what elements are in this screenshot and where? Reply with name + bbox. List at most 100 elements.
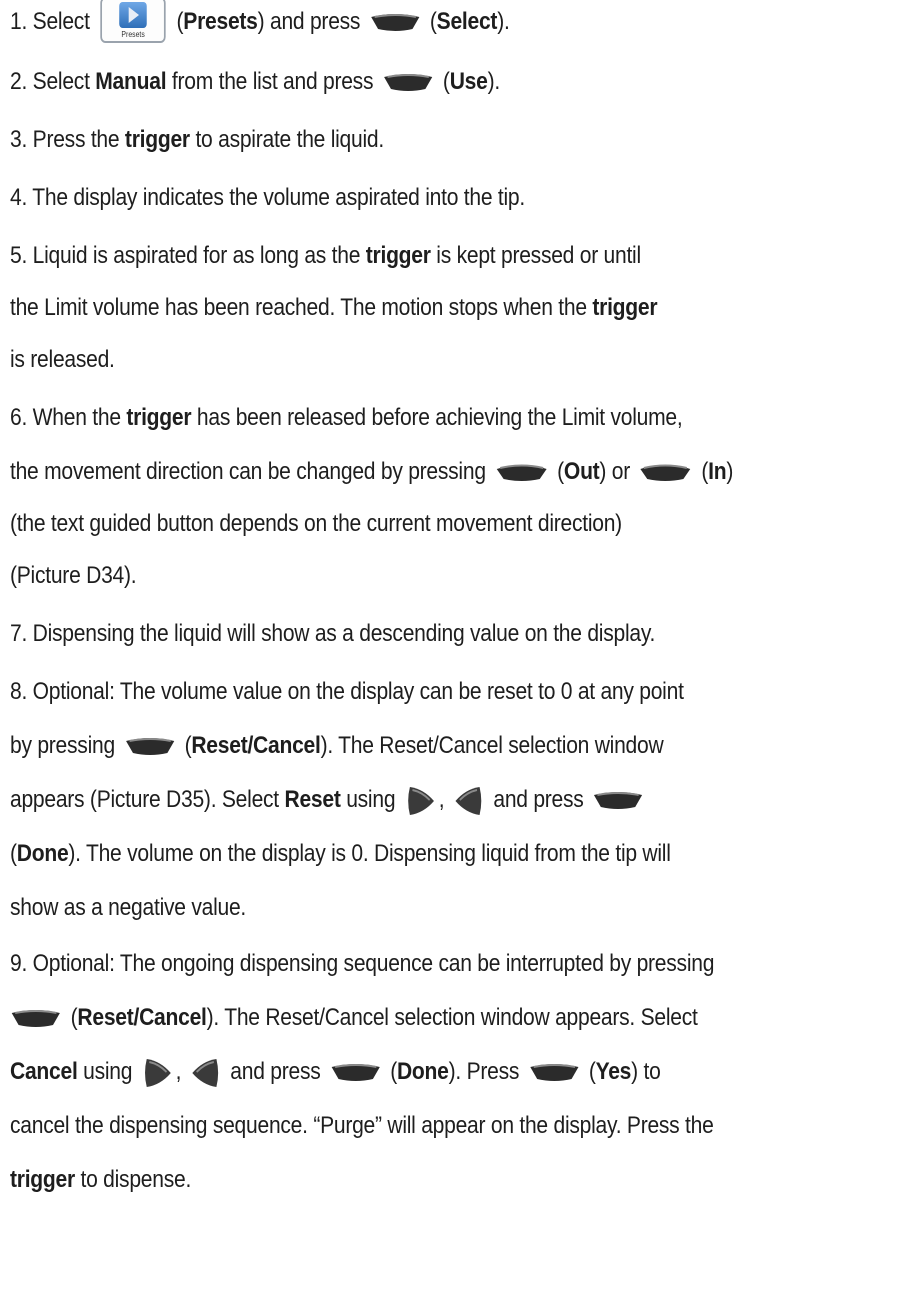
text: ( (583, 1058, 596, 1085)
bold-term: Yes (595, 1058, 632, 1085)
step-7-line-1: 7. Dispensing the liquid will show as a … (10, 614, 794, 654)
text: ) and press (257, 8, 366, 35)
left-arrow-key-icon (192, 1058, 218, 1087)
step-5-line-2: the Limit volume has been reached. The m… (10, 288, 794, 328)
text: ). (497, 8, 510, 35)
text: 5. Liquid is aspirated for as long as th… (10, 242, 366, 269)
softkey-icon (331, 1063, 380, 1081)
step-9-line-1: 9. Optional: The ongoing dispensing sequ… (10, 944, 794, 984)
step-9-line-2: (Reset/Cancel). The Reset/Cancel selecti… (10, 998, 794, 1038)
bold-term: trigger (126, 404, 192, 431)
text: from the list and press (166, 68, 379, 95)
text: ( (695, 458, 709, 485)
step-1-line-1: 1. Select Presets (Presets) and press (S… (10, 0, 794, 43)
step-5-line-1: 5. Liquid is aspirated for as long as th… (10, 236, 794, 276)
text: ( (437, 68, 450, 95)
text: ). The Reset/Cancel selection window app… (206, 1004, 698, 1031)
text: show as a negative value. (10, 894, 247, 921)
bold-term: Done (396, 1058, 449, 1085)
step-4-line-1: 4. The display indicates the volume aspi… (10, 178, 794, 218)
text: 3. Press the (10, 126, 125, 153)
right-arrow-key-icon (144, 1058, 171, 1087)
step-2-line-1: 2. Select Manual from the list and press… (10, 62, 794, 102)
text: 8. Optional: The volume value on the dis… (10, 678, 684, 705)
bold-term: Done (16, 840, 69, 867)
text: 7. Dispensing the liquid will show as a … (10, 620, 656, 647)
text: to aspirate the liquid. (189, 126, 384, 153)
softkey-icon (594, 791, 643, 809)
bold-term: trigger (124, 126, 190, 153)
text: has been released before achieving the L… (191, 404, 683, 431)
text: the movement direction can be changed by… (10, 458, 492, 485)
text: ( (384, 1058, 397, 1085)
text: 4. The display indicates the volume aspi… (10, 184, 525, 211)
text: ( (10, 840, 17, 867)
play-tile (119, 1, 147, 28)
text: ( (551, 458, 564, 485)
bold-term: Use (449, 68, 488, 95)
text: 6. When the (10, 404, 127, 431)
softkey-icon (529, 1063, 579, 1081)
text: (Picture D34). (10, 562, 137, 589)
text: appears (Picture D35). Select (10, 786, 285, 813)
text: and press (487, 786, 590, 813)
text: , (438, 786, 450, 813)
text: cancel the dispensing sequence. “Purge” … (10, 1112, 714, 1139)
bold-term: trigger (592, 294, 658, 321)
bold-term: Cancel (10, 1058, 78, 1085)
text: ( (170, 8, 184, 35)
presets-key-caption: Presets (121, 29, 145, 39)
text: ) or (599, 458, 636, 485)
text: ). (487, 68, 501, 95)
text: by pressing (10, 732, 121, 759)
text: ( (178, 732, 192, 759)
right-arrow-key-icon (407, 786, 434, 815)
bold-term: Out (563, 458, 600, 485)
step-9-line-3: Cancel using , and press (Done). Press (… (10, 1052, 794, 1092)
step-5-line-3: is released. (10, 340, 794, 380)
text: using (77, 1058, 138, 1085)
text: 2. Select (10, 68, 96, 95)
text: ). Press (448, 1058, 525, 1085)
step-8-line-5: show as a negative value. (10, 888, 794, 928)
step-8-line-2: by pressing (Reset/Cancel). The Reset/Ca… (10, 726, 794, 766)
step-6-line-2: the movement direction can be changed by… (10, 452, 794, 492)
presets-key-icon: Presets (100, 0, 166, 43)
step-3-line-1: 3. Press the trigger to aspirate the liq… (10, 120, 794, 160)
step-6-line-4: (Picture D34). (10, 556, 794, 596)
text: the Limit volume has been reached. The m… (10, 294, 593, 321)
bold-term: trigger (10, 1166, 75, 1193)
bold-term: Reset/Cancel (77, 1004, 207, 1031)
bold-term: Reset (284, 786, 341, 813)
step-6-line-3: (the text guided button depends on the c… (10, 504, 794, 544)
text: is kept pressed or until (430, 242, 641, 269)
text: ( (65, 1004, 78, 1031)
softkey-icon (370, 13, 420, 31)
text: 1. Select (10, 8, 96, 35)
step-8-line-4: (Done). The volume on the display is 0. … (10, 834, 794, 874)
bold-term: In (708, 458, 727, 485)
text: (the text guided button depends on the c… (10, 510, 622, 537)
text: 9. Optional: The ongoing dispensing sequ… (10, 950, 715, 977)
text: ) (726, 458, 734, 485)
step-8-line-1: 8. Optional: The volume value on the dis… (10, 672, 794, 712)
step-9-line-5: trigger to dispense. (10, 1160, 794, 1200)
bold-term: Reset/Cancel (191, 732, 321, 759)
text: using (340, 786, 401, 813)
text: ( (424, 8, 437, 35)
softkey-icon (125, 737, 174, 755)
text: ) to (631, 1058, 661, 1085)
bold-term: Select (436, 8, 498, 35)
text: , (175, 1058, 187, 1085)
text: to dispense. (74, 1166, 192, 1193)
text: is released. (10, 346, 115, 373)
text: ). The Reset/Cancel selection window (320, 732, 664, 759)
bold-term: Manual (95, 68, 167, 95)
step-9-line-4: cancel the dispensing sequence. “Purge” … (10, 1106, 794, 1146)
bold-term: trigger (365, 242, 431, 269)
softkey-icon (496, 464, 547, 481)
step-6-line-1: 6. When the trigger has been released be… (10, 398, 794, 438)
left-arrow-key-icon (455, 786, 481, 815)
step-8-line-3: appears (Picture D35). Select Reset usin… (10, 780, 794, 820)
text: ). The volume on the display is 0. Dispe… (68, 840, 671, 867)
